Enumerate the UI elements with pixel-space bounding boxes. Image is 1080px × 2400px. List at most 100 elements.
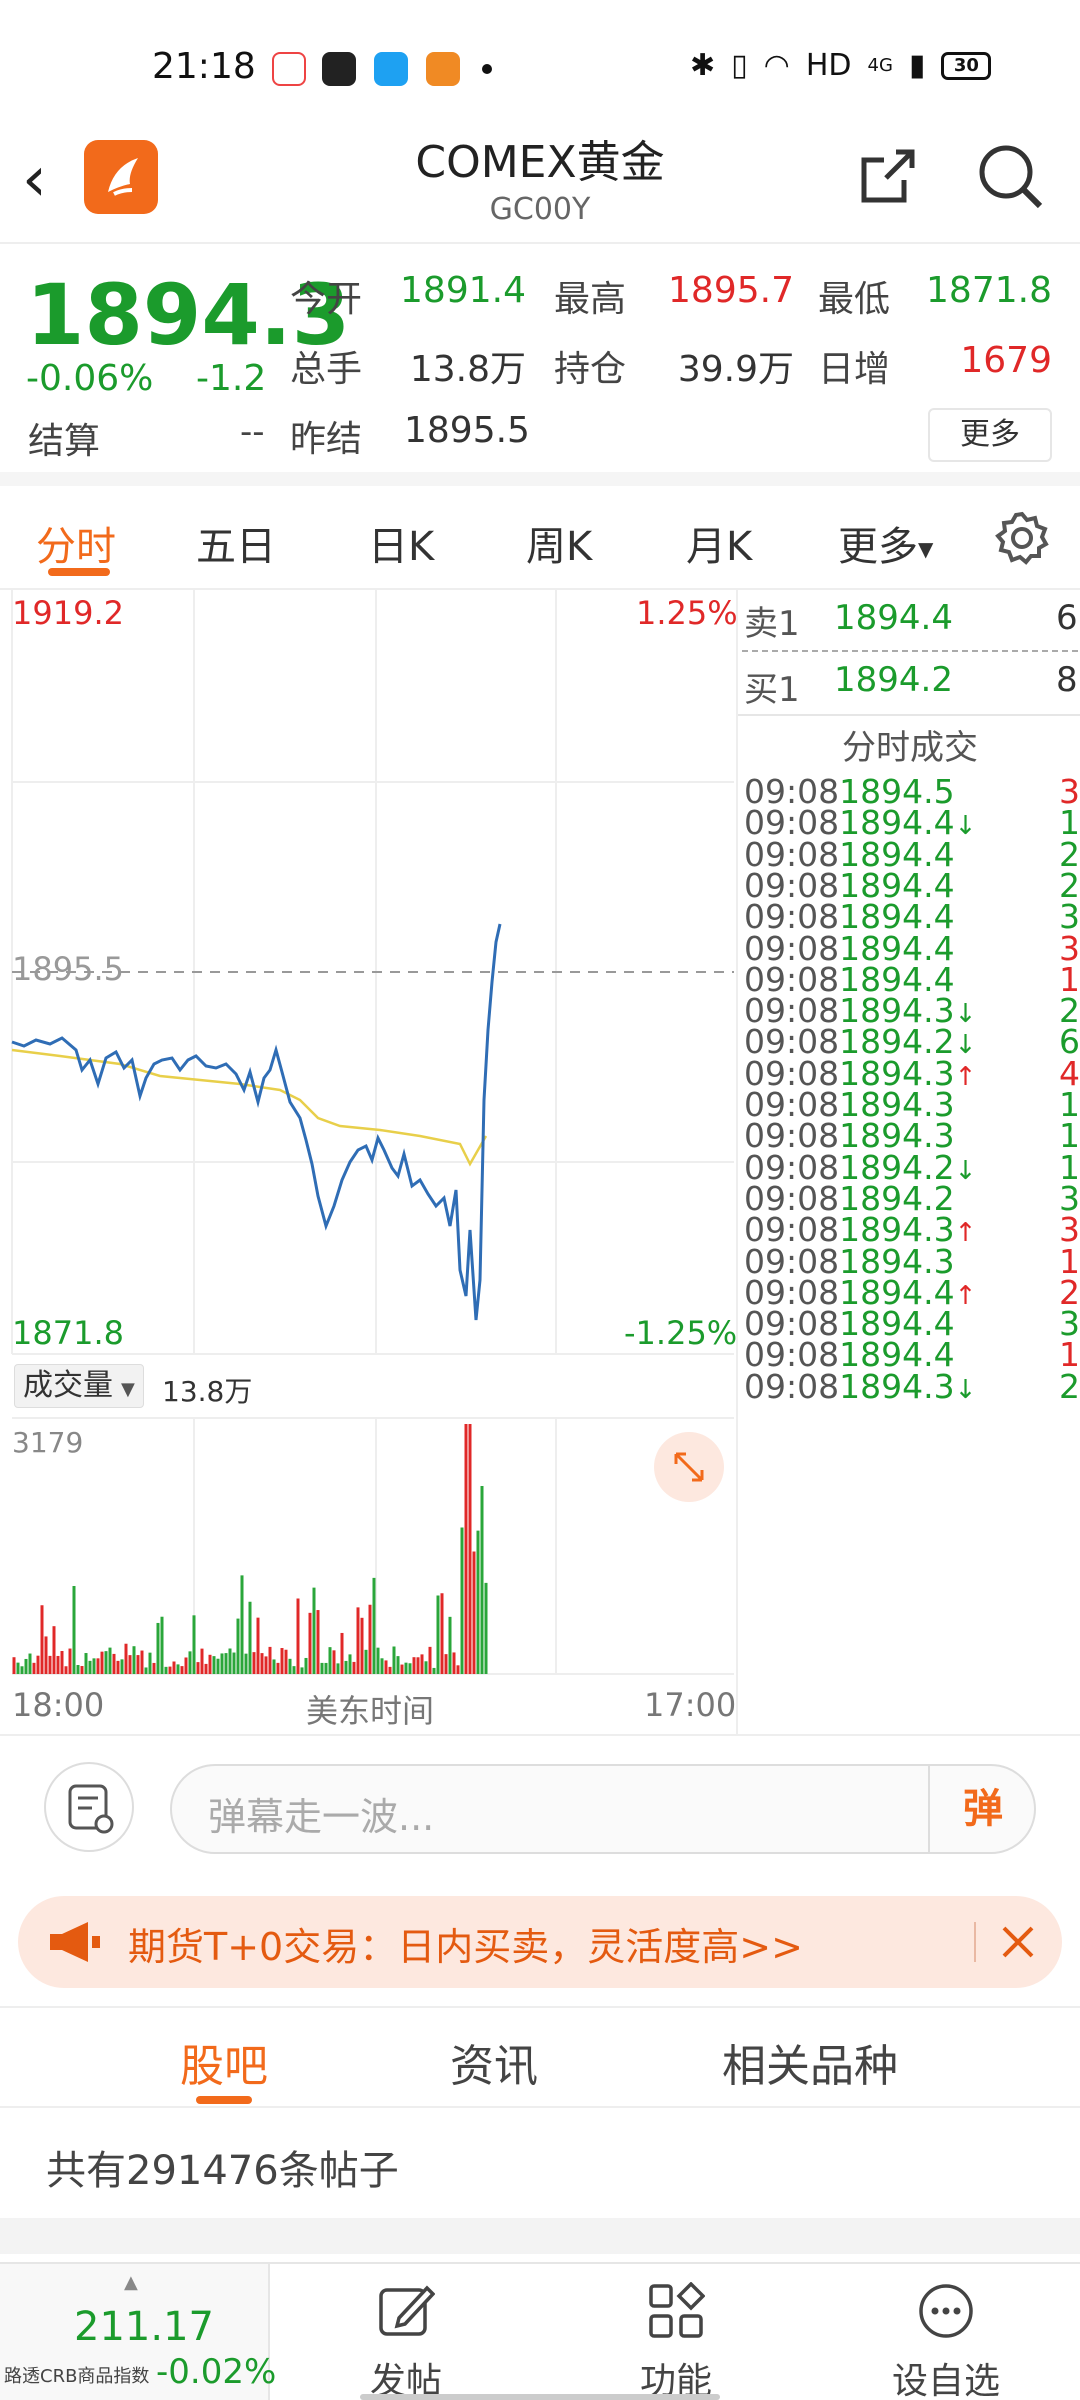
pct-axis-high: 1.25% [636,594,738,632]
stat-value: 1679 [960,340,1052,381]
trade-price: 1894.3 [839,1366,955,1406]
stat-label: 持仓 [554,349,627,390]
settle-value: -- [240,412,265,452]
tab-five-day[interactable]: 五日 [196,514,276,572]
add-watchlist-label: 设自选 [891,2361,1000,2400]
expand-chart-icon[interactable] [654,1432,724,1502]
index-change: -0.02% [156,2352,277,2392]
trade-qty: 2 [1059,834,1080,874]
index-value: 211.17 [74,2304,214,2350]
index-ticker[interactable]: ▲ 211.17 路透CRB商品指数 -0.02% [0,2264,276,2400]
time-axis-start: 18:00 [12,1686,105,1724]
arrow-up-icon: ↑ [954,1280,977,1311]
signal-type: 4G [867,55,893,76]
ask-price: 1894.4 [834,598,953,638]
stat-label: 今开 [290,279,363,320]
megaphone-icon [44,1916,104,1968]
price-axis-high: 1919.2 [12,594,124,632]
close-icon[interactable] [990,1914,1046,1970]
danmu-input[interactable]: 弹幕走一波... 弹 [170,1764,1036,1854]
book-divider [742,650,1078,652]
tab-news[interactable]: 资讯 [450,2030,538,2094]
stat-label: 最高 [554,279,627,320]
settings-gear-icon[interactable] [994,510,1050,566]
chart-tabs: 分时 五日 日K 周K 月K 更多▼ [0,486,1080,590]
functions-button[interactable]: 功能 [606,2281,746,2400]
app-notification-icon [426,52,460,86]
post-button[interactable]: 发帖 [336,2282,476,2400]
trades-title: 分时成交 [842,728,978,768]
order-book-panel: 卖1 1894.4 6 买1 1894.2 8 分时成交 09:081894.5… [736,590,1080,1734]
page-title: COMEX黄金 [415,137,665,188]
functions-button-label: 功能 [639,2361,712,2400]
status-time: 21:18 [152,46,256,87]
tab-monthly-k[interactable]: 月K [686,514,752,572]
active-tab-indicator [48,568,110,576]
book-divider [738,714,1080,716]
stat-label: 最低 [818,279,891,320]
tab-related[interactable]: 相关品种 [722,2030,898,2094]
wifi-icon: ◠ [763,48,790,83]
quote-panel: 1894.3 -0.06% -1.2 结算 -- 今开 1891.4 最高 18… [0,246,1080,486]
dropdown-arrow-icon: ▼ [918,537,934,561]
danmu-input-placeholder: 弹幕走一波... [208,1795,435,1839]
prev-settle-label: 1895.5 [12,950,124,988]
danmu-settings-icon[interactable] [44,1762,134,1852]
status-right: ✱ ▯ ◠ HD 4G ▮ 30 [690,48,992,83]
arrow-down-icon: ↓ [954,1155,977,1186]
trade-qty: 1 [1059,1241,1080,1281]
vibrate-icon: ▯ [731,48,748,83]
app-notification-icon [374,52,408,86]
arrow-down-icon: ↓ [954,811,977,842]
trade-qty: 1 [1059,1116,1080,1156]
arrow-down-icon: ↓ [954,1030,977,1061]
stat-value: 13.8万 [409,349,526,390]
more-stats-button[interactable]: 更多 [928,408,1052,462]
trade-qty: 3 [1059,897,1080,937]
chart-svg [11,590,734,1675]
edit-icon [377,2282,436,2340]
stat-value: 39.9万 [677,349,794,390]
price-axis-low: 1871.8 [12,1314,124,1352]
volume-indicator-label: 成交量 [23,1368,113,1403]
search-icon[interactable] [976,142,1046,212]
tab-daily-k[interactable]: 日K [368,514,434,572]
arrow-down-icon: ↓ [954,1374,977,1405]
ask-label: 卖1 [744,604,800,644]
share-icon[interactable] [856,146,918,208]
post-button-label: 发帖 [369,2361,442,2400]
signal-icon: ▮ [908,48,926,83]
active-tab-indicator [196,2096,252,2104]
banner-separator [974,1922,976,1962]
intraday-chart[interactable]: 1919.2 1.25% 1895.5 1871.8 -1.25% 成交量 ▼ 1… [0,590,738,1734]
chevron-up-icon: ▲ [124,2272,138,2293]
back-icon[interactable]: ‹ [22,148,47,210]
chart-grid [11,590,734,1675]
tab-weekly-k[interactable]: 周K [526,514,592,572]
volume-axis-max: 3179 [12,1426,84,1459]
volume-total: 13.8万 [162,1375,253,1408]
tab-forum[interactable]: 股吧 [180,2030,268,2094]
arrow-up-icon: ↑ [954,1061,977,1092]
bottom-bar: ▲ 211.17 路透CRB商品指数 -0.02% 发帖 功能 设自选 [0,2262,1080,2400]
stat-value: 1891.4 [400,270,526,311]
promo-banner[interactable]: 期货T+0交易：日内买卖，灵活度高>> [18,1896,1062,1988]
comment-bar: 弹幕走一波... 弹 [0,1734,1080,1864]
danmu-toggle-button[interactable]: 弹 [928,1766,1036,1852]
volume-bars-up [12,1424,476,1674]
app-notification-icon [272,52,306,86]
change-percent: -0.06% [26,358,154,399]
section-gap [0,2218,1080,2254]
trade-row: 09:081894.3↓ 2 [744,1370,1080,1405]
trade-qty: 3 [1059,1210,1080,1250]
tab-more[interactable]: 更多▼ [838,514,933,572]
status-bar: 21:18 ✱ ▯ ◠ HD 4G ▮ 30 [0,0,1080,120]
add-watchlist-button[interactable]: 设自选 [876,2282,1016,2400]
post-count: 共有291476条帖子 [46,2148,399,2194]
more-circle-icon [917,2282,975,2340]
network-type: HD [805,48,852,83]
dropdown-arrow-icon: ▼ [121,1379,135,1400]
ask-qty: 6 [1056,598,1078,638]
volume-indicator-select[interactable]: 成交量 ▼ [14,1364,144,1408]
tab-intraday[interactable]: 分时 [36,514,116,572]
